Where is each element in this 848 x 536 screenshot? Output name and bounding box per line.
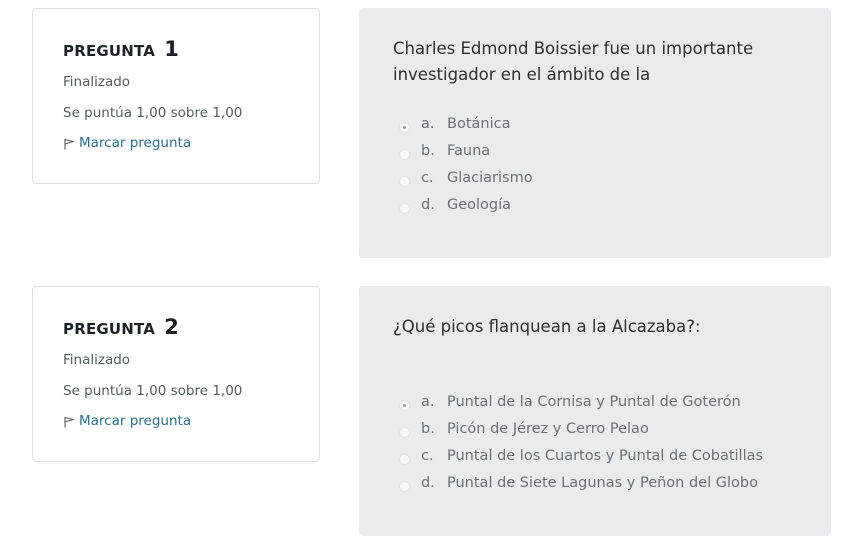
answer-text: Geología <box>447 197 512 213</box>
answer-letter: d. <box>421 475 435 491</box>
question-grade: Se puntúa 1,00 sobre 1,00 <box>63 105 243 121</box>
answer-letter: b. <box>421 143 435 159</box>
flag-question-link[interactable]: Marcar pregunta <box>63 413 191 429</box>
answer-text: Picón de Jérez y Cerro Pelao <box>447 421 649 437</box>
answer-text: Glaciarismo <box>447 170 533 186</box>
answer-letter: a. <box>421 116 435 132</box>
question-number: PREGUNTA 2 <box>63 315 179 339</box>
answer-text: Puntal de la Cornisa y Puntal de Goterón <box>447 394 741 410</box>
radio-icon[interactable] <box>399 400 410 411</box>
radio-icon[interactable] <box>399 481 410 492</box>
radio-icon[interactable] <box>399 176 410 187</box>
question-label: PREGUNTA <box>63 320 156 338</box>
flag-question-label: Marcar pregunta <box>79 135 192 151</box>
question-number-value: 1 <box>164 37 179 61</box>
question-info-panel: PREGUNTA 1 Finalizado Se puntúa 1,00 sob… <box>32 8 320 184</box>
flag-question-link[interactable]: Marcar pregunta <box>63 135 191 151</box>
radio-icon[interactable] <box>399 454 410 465</box>
radio-icon[interactable] <box>399 203 410 214</box>
question-content: Charles Edmond Boissier fue un important… <box>359 8 831 258</box>
flag-icon <box>64 417 75 428</box>
question-2: PREGUNTA 2 Finalizado Se puntúa 1,00 sob… <box>0 278 848 536</box>
question-grade: Se puntúa 1,00 sobre 1,00 <box>63 383 243 399</box>
question-state: Finalizado <box>63 74 131 90</box>
radio-icon[interactable] <box>399 122 410 133</box>
answer-letter: a. <box>421 394 435 410</box>
answer-letter: c. <box>421 170 434 186</box>
radio-icon[interactable] <box>399 149 410 160</box>
question-info-panel: PREGUNTA 2 Finalizado Se puntúa 1,00 sob… <box>32 286 320 462</box>
answer-letter: b. <box>421 421 435 437</box>
answer-text: Botánica <box>447 116 511 132</box>
flag-icon <box>64 139 75 150</box>
question-number: PREGUNTA 1 <box>63 37 179 61</box>
radio-icon[interactable] <box>399 427 410 438</box>
answer-text: Fauna <box>447 143 491 159</box>
question-label: PREGUNTA <box>63 42 156 60</box>
question-content: ¿Qué picos flanquean a la Alcazaba?: a. … <box>359 286 831 536</box>
question-1: PREGUNTA 1 Finalizado Se puntúa 1,00 sob… <box>0 0 848 258</box>
question-state: Finalizado <box>63 352 131 368</box>
flag-question-label: Marcar pregunta <box>79 413 192 429</box>
answer-letter: c. <box>421 448 434 464</box>
question-number-value: 2 <box>164 315 179 339</box>
question-text: Charles Edmond Boissier fue un important… <box>393 39 754 84</box>
answer-text: Puntal de los Cuartos y Puntal de Cobati… <box>447 448 764 464</box>
answer-letter: d. <box>421 197 435 213</box>
question-text: ¿Qué picos flanquean a la Alcazaba?: <box>393 317 701 336</box>
answer-text: Puntal de Siete Lagunas y Peñon del Glob… <box>447 475 758 491</box>
